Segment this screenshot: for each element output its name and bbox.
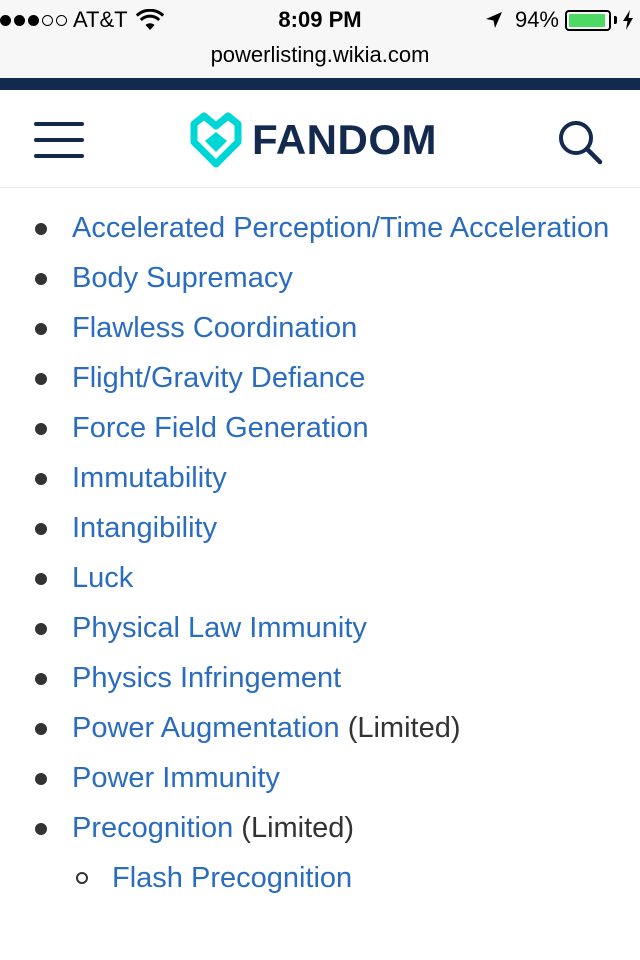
- list-item: Force Field Generation: [0, 403, 640, 453]
- power-link[interactable]: Power Augmentation: [72, 712, 340, 744]
- power-link[interactable]: Flight/Gravity Defiance: [72, 362, 365, 394]
- sub-list: Flash Precognition: [0, 853, 620, 903]
- bullet-icon: [35, 323, 47, 335]
- power-link[interactable]: Precognition: [72, 812, 233, 844]
- bullet-icon: [35, 223, 47, 235]
- power-link[interactable]: Physical Law Immunity: [72, 612, 367, 644]
- hamburger-menu-icon[interactable]: [34, 122, 84, 158]
- list-item: Physical Law Immunity: [0, 603, 640, 653]
- bullet-icon: [35, 423, 47, 435]
- sub-list-item: Flash Precognition: [0, 853, 620, 903]
- bullet-icon: [35, 573, 47, 585]
- list-item: Accelerated Perception/Time Acceleration: [0, 203, 640, 253]
- battery-fill: [569, 13, 605, 27]
- bullet-icon: [35, 673, 47, 685]
- bullet-icon: [35, 273, 47, 285]
- bullet-icon: [35, 523, 47, 535]
- bullet-icon: [35, 823, 47, 835]
- list-item: Precognition (Limited) Flash Precognition: [0, 803, 640, 903]
- power-link[interactable]: Immutability: [72, 462, 227, 494]
- logo-text: FANDOM: [252, 116, 437, 163]
- powers-list: Accelerated Perception/Time Acceleration…: [0, 203, 640, 903]
- power-link[interactable]: Force Field Generation: [72, 412, 369, 444]
- power-link[interactable]: Flash Precognition: [112, 862, 352, 894]
- power-link[interactable]: Flawless Coordination: [72, 312, 357, 344]
- bullet-icon: [35, 723, 47, 735]
- power-link[interactable]: Physics Infringement: [72, 662, 341, 694]
- list-item: Power Immunity: [0, 753, 640, 803]
- ios-status-bar: AT&T 8:09 PM 94%: [0, 0, 640, 40]
- fandom-logo[interactable]: FANDOM: [188, 110, 437, 170]
- list-item: Luck: [0, 553, 640, 603]
- bullet-icon: [35, 623, 47, 635]
- power-link[interactable]: Luck: [72, 562, 133, 594]
- header-accent-strip: [0, 78, 640, 90]
- battery-percent: 94%: [514, 7, 559, 32]
- list-item: Intangibility: [0, 503, 640, 553]
- page-content: Accelerated Perception/Time Acceleration…: [0, 203, 640, 903]
- bullet-icon: [35, 373, 47, 385]
- list-item: Flawless Coordination: [0, 303, 640, 353]
- list-item: Power Augmentation (Limited): [0, 703, 640, 753]
- site-header: FANDOM: [0, 90, 640, 188]
- power-link[interactable]: Power Immunity: [72, 762, 280, 794]
- battery-cap: [614, 16, 617, 24]
- location-arrow-icon: [485, 12, 502, 28]
- list-item: Flight/Gravity Defiance: [0, 353, 640, 403]
- fandom-heart-icon: [190, 112, 242, 168]
- charging-bolt-icon: [623, 10, 633, 30]
- list-item: Body Supremacy: [0, 253, 640, 303]
- power-link[interactable]: Accelerated Perception/Time Acceleration: [72, 212, 609, 244]
- battery-icon: [565, 9, 611, 31]
- status-right: 94%: [485, 7, 634, 33]
- list-item: Immutability: [0, 453, 640, 503]
- power-note: (Limited): [347, 712, 461, 744]
- browser-address-bar[interactable]: powerlisting.wikia.com: [0, 40, 640, 78]
- list-item: Physics Infringement: [0, 653, 640, 703]
- power-link[interactable]: Intangibility: [72, 512, 217, 544]
- search-icon[interactable]: [556, 118, 604, 166]
- url-text[interactable]: powerlisting.wikia.com: [0, 42, 640, 68]
- bullet-icon: [35, 773, 47, 785]
- hollow-bullet-icon: [76, 872, 88, 884]
- bullet-icon: [35, 473, 47, 485]
- power-link[interactable]: Body Supremacy: [72, 262, 293, 294]
- power-note: (Limited): [241, 812, 355, 844]
